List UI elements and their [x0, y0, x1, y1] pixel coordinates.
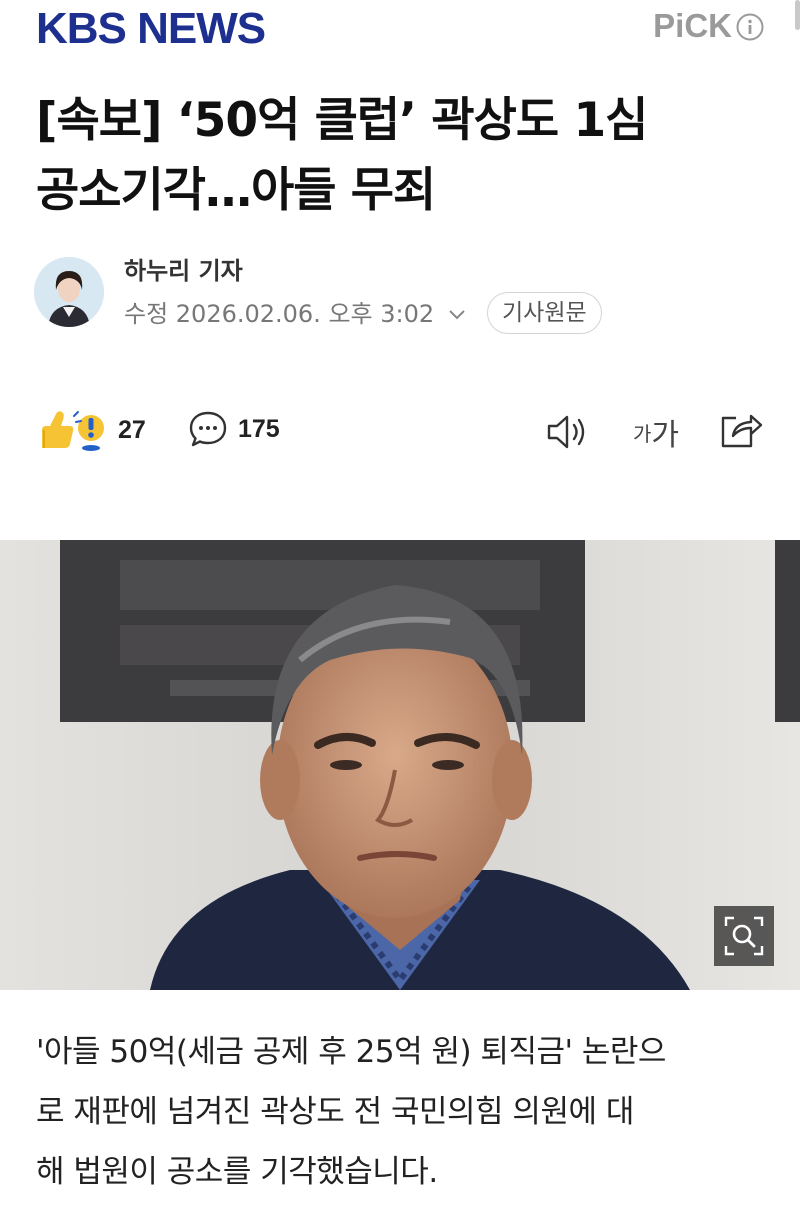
original-article-button[interactable]: 기사원문 — [487, 292, 602, 334]
article-body-line-3: 해 법원이 공소를 기각했습니다. — [36, 1154, 438, 1190]
article-action-bar: 27 175 가 가 — [0, 400, 800, 460]
comment-bubble-icon — [189, 411, 227, 447]
article-body-line-2: 로 재판에 넘겨진 곽상도 전 국민의힘 의원에 대 — [36, 1094, 634, 1130]
article-title: [속보] ‘50억 클럽’ 곽상도 1심 공소기각…아들 무죄 — [36, 86, 756, 226]
reporter-photo-icon — [34, 257, 104, 327]
kbs-news-logo[interactable]: KBS NEWS — [36, 4, 266, 54]
reaction-count: 27 — [118, 415, 146, 444]
article-title-line-2: 공소기각…아들 무죄 — [36, 163, 436, 218]
zoom-search-icon — [724, 916, 764, 956]
top-header: KBS NEWS PiCK — [0, 0, 800, 60]
font-size-large-label: 가 — [651, 418, 680, 453]
comment-button[interactable]: 175 — [188, 409, 280, 449]
chevron-down-icon — [449, 310, 465, 320]
article-photo-image — [0, 540, 800, 990]
reaction-button[interactable]: 27 — [38, 408, 146, 452]
scrollbar[interactable] — [795, 0, 800, 30]
font-size-small-label: 가 — [633, 421, 652, 446]
reaction-emoji-icon — [42, 411, 104, 451]
font-size-button[interactable]: 가 가 — [633, 410, 679, 454]
article-date[interactable]: 수정 2026.02.06. 오후 3:02 — [124, 297, 466, 331]
photo-zoom-button[interactable] — [714, 906, 774, 966]
share-icon[interactable] — [718, 410, 764, 452]
info-circle-icon[interactable] — [736, 13, 764, 41]
pick-label: PiCK — [653, 7, 732, 44]
article-title-line-1: [속보] ‘50억 클럽’ 곽상도 1심 — [36, 93, 648, 148]
article-photo[interactable] — [0, 540, 800, 990]
reporter-avatar[interactable] — [34, 257, 104, 327]
reporter-name[interactable]: 하누리 기자 — [124, 255, 243, 287]
article-body: '아들 50억(세금 공제 후 25억 원) 퇴직금' 논란으 로 재판에 넘겨… — [36, 1022, 766, 1202]
date-text: 수정 2026.02.06. 오후 3:02 — [124, 300, 435, 328]
comment-count: 175 — [238, 414, 280, 443]
speaker-audio-icon[interactable] — [545, 412, 591, 452]
article-body-line-1: '아들 50억(세금 공제 후 25억 원) 퇴직금' 논란으 — [36, 1034, 666, 1070]
